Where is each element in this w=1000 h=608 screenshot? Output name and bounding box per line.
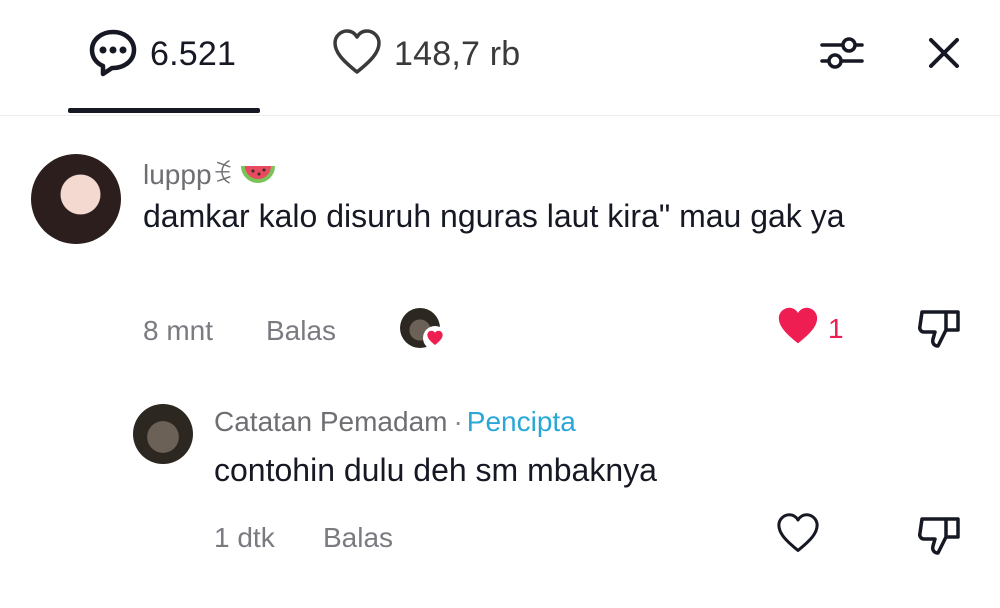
like-button[interactable]: 1 [776, 306, 844, 351]
reply-button[interactable]: Balas [323, 522, 393, 554]
thumbs-down-icon [916, 310, 964, 354]
close-icon [926, 35, 962, 76]
comment-username[interactable]: lupppꉂ [143, 154, 276, 193]
separator-dot: · [453, 406, 463, 437]
creator-badge: Pencipta [466, 406, 576, 437]
thumbs-down-icon [916, 517, 964, 561]
comment-timestamp: 8 mnt [143, 315, 214, 346]
like-button[interactable] [776, 513, 820, 558]
reply-button[interactable]: Balas [266, 315, 336, 347]
like-count: 1 [828, 312, 844, 344]
dislike-button[interactable] [916, 513, 964, 562]
avatar[interactable] [31, 154, 121, 244]
comments-count: 6.521 [150, 34, 237, 73]
watermelon-emoji-icon [241, 160, 276, 193]
heart-filled-icon [776, 306, 820, 351]
username-text: lupppꉂ [143, 159, 234, 190]
heart-outline-icon [332, 28, 382, 80]
creator-liked-heart-icon [423, 326, 447, 350]
tab-comments[interactable]: 6.521 [88, 28, 236, 80]
reply-username[interactable]: Catatan Pemadam · Pencipta [214, 406, 576, 438]
likes-count: 148,7 rb [394, 34, 521, 73]
filter-sliders-icon [818, 33, 866, 78]
comments-header: 6.521 148,7 rb [0, 0, 1000, 116]
close-button[interactable] [918, 30, 970, 80]
comment-text: damkar kalo disuruh nguras laut kira" ma… [143, 198, 845, 234]
tab-likes[interactable]: 148,7 rb [332, 28, 520, 80]
reply-item: Catatan Pemadam · Pencipta contohin dulu d… [0, 398, 1000, 568]
heart-outline-icon [776, 513, 820, 558]
reply-text: contohin dulu deh sm mbaknya [214, 452, 657, 488]
avatar[interactable] [133, 404, 193, 464]
comment-item: lupppꉂ damkar kalo disuruh nguras laut k… [0, 140, 1000, 360]
username-text: Catatan Pemadam [214, 406, 448, 437]
comment-bubble-icon [88, 27, 138, 82]
dislike-button[interactable] [916, 306, 964, 355]
active-tab-indicator [68, 108, 260, 113]
reply-timestamp: 1 dtk [214, 522, 275, 553]
filter-button[interactable] [814, 30, 870, 80]
